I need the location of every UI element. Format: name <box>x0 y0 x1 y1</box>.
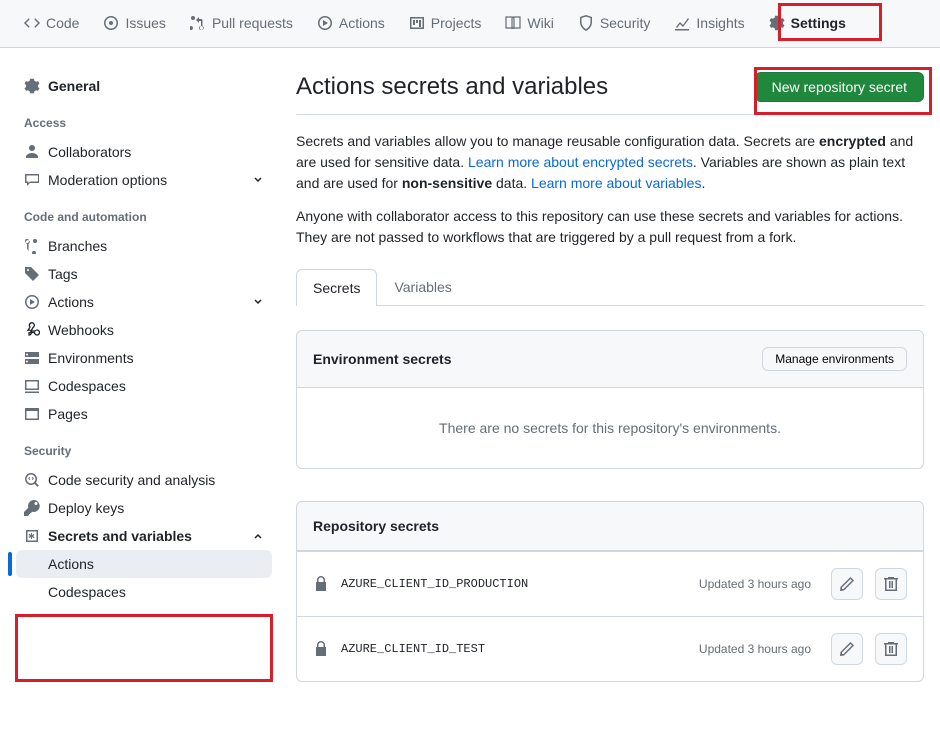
learn-variables-link[interactable]: Learn more about variables <box>531 175 701 191</box>
settings-sidebar: General Access Collaborators Moderation … <box>16 72 272 714</box>
project-icon <box>409 15 425 31</box>
code-icon <box>24 15 40 31</box>
tab-secrets[interactable]: Secrets <box>296 269 377 306</box>
pencil-icon <box>839 576 855 592</box>
browser-icon <box>24 406 40 422</box>
tab-variables[interactable]: Variables <box>377 268 468 305</box>
edit-secret-button[interactable] <box>831 568 863 600</box>
description-2: Anyone with collaborator access to this … <box>296 206 924 248</box>
secret-row: AZURE_CLIENT_ID_PRODUCTION Updated 3 hou… <box>297 551 923 616</box>
sidebar-heading-code: Code and automation <box>16 194 272 232</box>
branch-icon <box>24 238 40 254</box>
sidebar-pages[interactable]: Pages <box>16 400 272 428</box>
sidebar-heading-access: Access <box>16 100 272 138</box>
secret-name: AZURE_CLIENT_ID_TEST <box>341 642 687 656</box>
edit-secret-button[interactable] <box>831 633 863 665</box>
learn-secrets-link[interactable]: Learn more about encrypted secrets <box>468 154 693 170</box>
secret-row: AZURE_CLIENT_ID_TEST Updated 3 hours ago <box>297 616 923 681</box>
sidebar-code-security[interactable]: Code security and analysis <box>16 466 272 494</box>
nav-actions[interactable]: Actions <box>309 7 393 41</box>
sidebar-codespaces[interactable]: Codespaces <box>16 372 272 400</box>
nav-wiki[interactable]: Wiki <box>497 7 561 41</box>
sidebar-actions[interactable]: Actions <box>16 288 272 316</box>
issue-icon <box>103 15 119 31</box>
chevron-up-icon <box>252 530 264 542</box>
env-secrets-title: Environment secrets <box>313 351 452 367</box>
chevron-down-icon <box>252 174 264 186</box>
sidebar-collaborators[interactable]: Collaborators <box>16 138 272 166</box>
manage-environments-button[interactable]: Manage environments <box>762 347 907 371</box>
nav-settings[interactable]: Settings <box>761 7 854 41</box>
new-repository-secret-button[interactable]: New repository secret <box>755 72 924 102</box>
trash-icon <box>883 576 899 592</box>
nav-insights[interactable]: Insights <box>666 7 752 41</box>
book-icon <box>505 15 521 31</box>
repo-secrets-title: Repository secrets <box>313 518 439 534</box>
sidebar-secrets-variables[interactable]: Secrets and variables <box>16 522 272 550</box>
pr-icon <box>190 15 206 31</box>
sidebar-environments[interactable]: Environments <box>16 344 272 372</box>
page-title: Actions secrets and variables <box>296 73 608 101</box>
nav-code[interactable]: Code <box>16 7 87 41</box>
environment-secrets-panel: Environment secrets Manage environments … <box>296 330 924 469</box>
people-icon <box>24 144 40 160</box>
secret-name: AZURE_CLIENT_ID_PRODUCTION <box>341 577 687 591</box>
delete-secret-button[interactable] <box>875 568 907 600</box>
delete-secret-button[interactable] <box>875 633 907 665</box>
play-icon <box>24 294 40 310</box>
repository-secrets-panel: Repository secrets AZURE_CLIENT_ID_PRODU… <box>296 501 924 682</box>
shield-icon <box>578 15 594 31</box>
sidebar-tags[interactable]: Tags <box>16 260 272 288</box>
sidebar-general[interactable]: General <box>16 72 272 100</box>
webhook-icon <box>24 322 40 338</box>
sidebar-secrets-actions[interactable]: Actions <box>16 550 272 578</box>
nav-pull-requests[interactable]: Pull requests <box>182 7 301 41</box>
lock-icon <box>313 641 329 657</box>
main-content: Actions secrets and variables New reposi… <box>296 72 924 714</box>
play-icon <box>317 15 333 31</box>
asterisk-icon <box>24 528 40 544</box>
env-secrets-empty: There are no secrets for this repository… <box>297 388 923 468</box>
codescan-icon <box>24 472 40 488</box>
sidebar-branches[interactable]: Branches <box>16 232 272 260</box>
sidebar-moderation[interactable]: Moderation options <box>16 166 272 194</box>
gear-icon <box>769 15 785 31</box>
repo-top-nav: Code Issues Pull requests Actions Projec… <box>0 0 940 48</box>
secret-updated: Updated 3 hours ago <box>699 577 811 591</box>
graph-icon <box>674 15 690 31</box>
chevron-down-icon <box>252 296 264 308</box>
sidebar-webhooks[interactable]: Webhooks <box>16 316 272 344</box>
nav-security[interactable]: Security <box>570 7 659 41</box>
tag-icon <box>24 266 40 282</box>
comment-icon <box>24 172 40 188</box>
sidebar-heading-security: Security <box>16 428 272 466</box>
secrets-variables-tabs: Secrets Variables <box>296 268 924 306</box>
sidebar-secrets-codespaces[interactable]: Codespaces <box>16 578 272 606</box>
pencil-icon <box>839 641 855 657</box>
nav-projects[interactable]: Projects <box>401 7 490 41</box>
secret-updated: Updated 3 hours ago <box>699 642 811 656</box>
description-1: Secrets and variables allow you to manag… <box>296 131 924 194</box>
lock-icon <box>313 576 329 592</box>
trash-icon <box>883 641 899 657</box>
nav-issues[interactable]: Issues <box>95 7 173 41</box>
codespace-icon <box>24 378 40 394</box>
sidebar-deploy-keys[interactable]: Deploy keys <box>16 494 272 522</box>
gear-icon <box>24 78 40 94</box>
server-icon <box>24 350 40 366</box>
key-icon <box>24 500 40 516</box>
